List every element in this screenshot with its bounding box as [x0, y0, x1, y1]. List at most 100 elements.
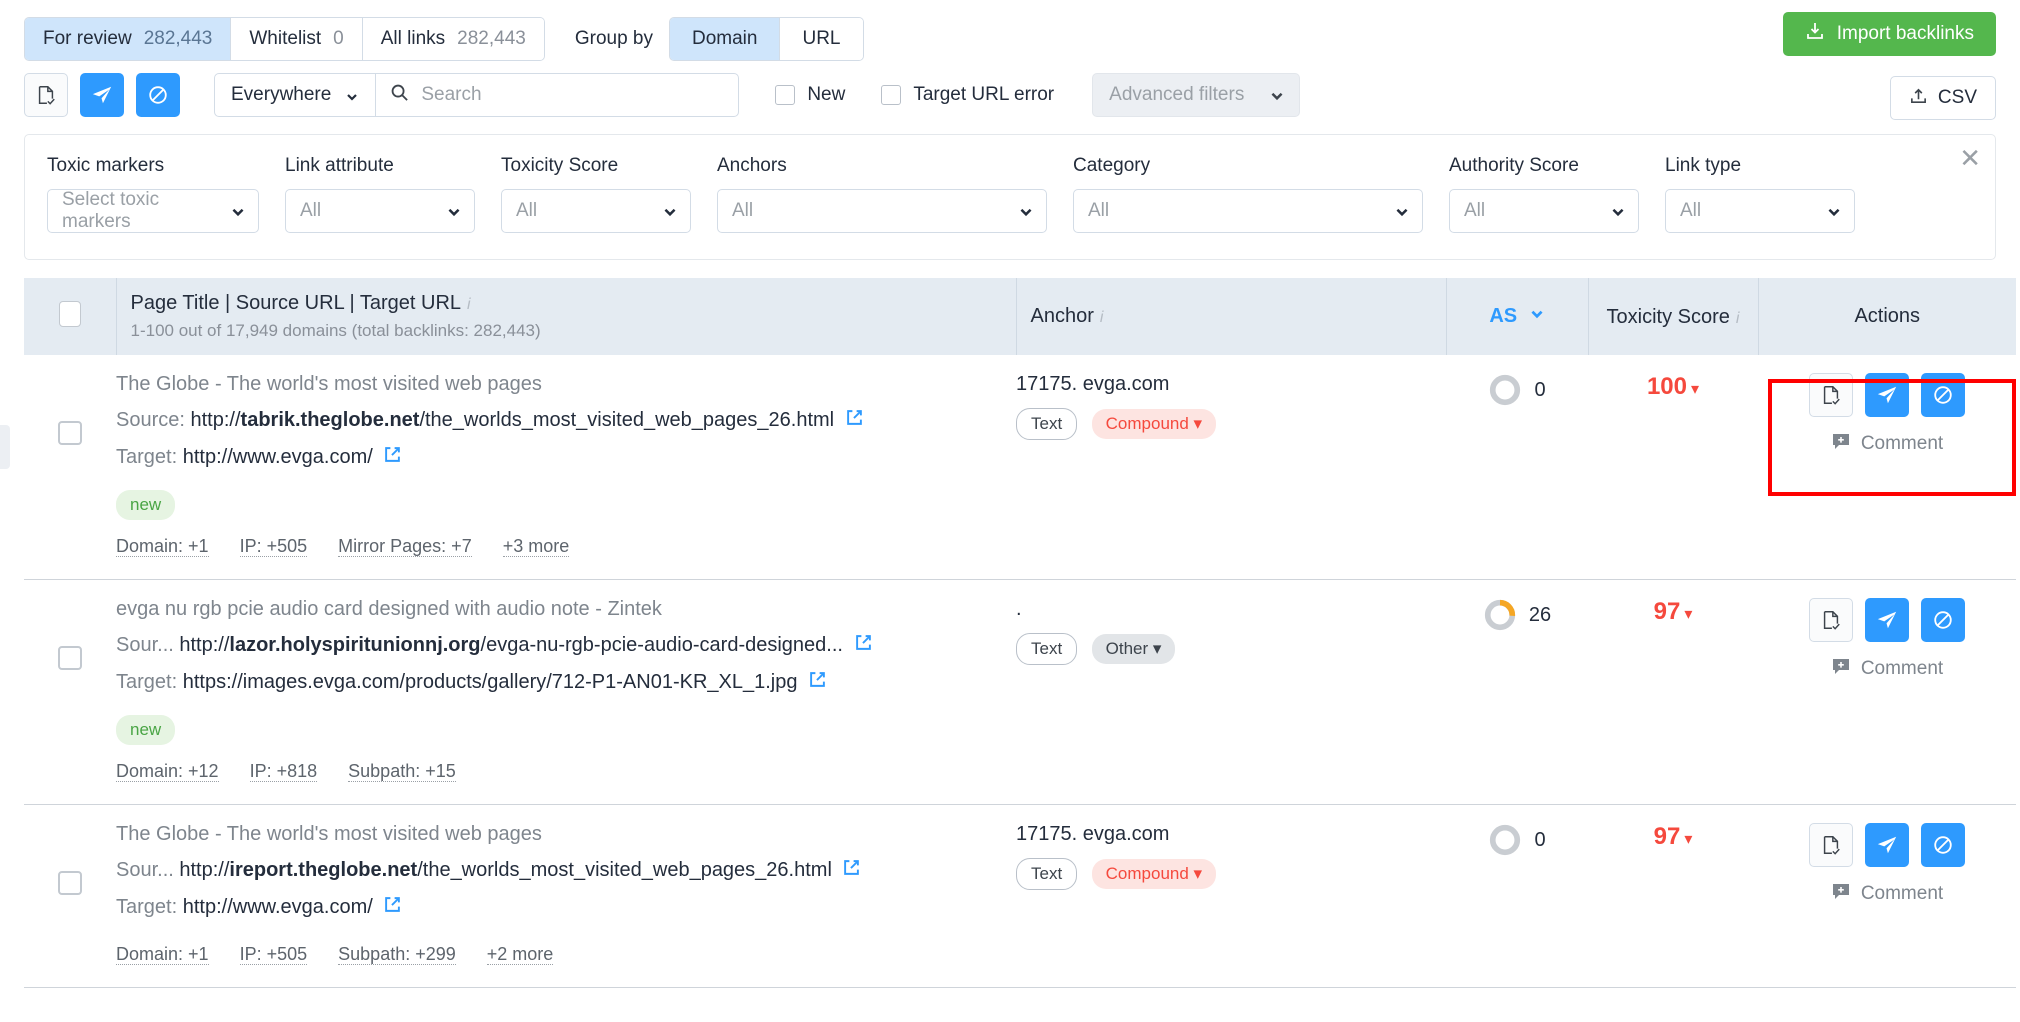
meta-item[interactable]: +2 more [486, 944, 554, 965]
anchor-category-pill[interactable]: Compound ▾ [1091, 409, 1217, 439]
move-to-list-button[interactable] [1809, 598, 1853, 642]
page-title: The Globe - The world's most visited web… [116, 373, 542, 395]
filter-authority-score: Authority Score All [1449, 155, 1639, 233]
meta-item[interactable]: IP: +818 [249, 761, 318, 782]
filter-select[interactable]: All [285, 189, 475, 233]
external-link-icon[interactable] [846, 410, 863, 430]
move-to-list-button[interactable] [1809, 373, 1853, 417]
col-authority-score[interactable]: AS [1446, 278, 1589, 355]
chevron-down-icon [446, 204, 460, 218]
toxicity-score[interactable]: 100 ▾ [1588, 373, 1758, 401]
group-by-label: Group by [574, 28, 653, 49]
csv-export-button[interactable]: CSV [1889, 76, 1996, 120]
checkbox-target-url-error[interactable]: Target URL error [881, 84, 1054, 106]
checkbox-new-box[interactable] [775, 85, 796, 105]
meta-item[interactable]: Mirror Pages: +7 [338, 536, 472, 557]
chevron-down-icon [1610, 204, 1624, 218]
as-value: 26 [1528, 603, 1552, 626]
tab-for-review[interactable]: For review 282,443 [25, 18, 232, 60]
external-link-icon[interactable] [384, 897, 401, 917]
row-checkbox[interactable] [58, 421, 82, 445]
row-anchor-cell: 17175. evga.com Text Compound ▾ [1016, 805, 1446, 988]
comment-label: Comment [1860, 658, 1944, 679]
filter-select[interactable]: Select toxic markers [47, 189, 259, 233]
comment-icon [1831, 431, 1851, 457]
close-icon[interactable]: ✕ [1959, 145, 1981, 171]
external-link-icon[interactable] [843, 860, 860, 880]
move-to-list-button[interactable] [24, 73, 68, 117]
external-link-icon[interactable] [855, 635, 872, 655]
info-icon[interactable]: i [1736, 310, 1740, 327]
source-url: Source: http://tabrik.theglobe.net/the_w… [116, 406, 1016, 435]
col-toxicity-label: Toxicity Score [1606, 305, 1730, 328]
advanced-filters-dropdown[interactable]: Advanced filters [1092, 73, 1301, 117]
anchor-type-pill: Text [1016, 633, 1078, 665]
disavow-send-button[interactable] [80, 73, 124, 117]
comment-button[interactable]: Comment [1758, 431, 2016, 457]
toxicity-score[interactable]: 97 ▾ [1588, 598, 1758, 626]
tab-whitelist[interactable]: Whitelist 0 [231, 18, 363, 60]
import-backlinks-button[interactable]: Import backlinks [1782, 12, 1996, 56]
meta-item[interactable]: +3 more [502, 536, 570, 557]
move-to-list-button[interactable] [1809, 823, 1853, 867]
target-url: Target: http://www.evga.com/ [116, 893, 1016, 922]
block-button[interactable] [136, 73, 180, 117]
row-actions [1758, 373, 2016, 417]
search-input[interactable] [421, 84, 725, 106]
row-toxicity-cell: 97 ▾ [1588, 805, 1758, 988]
disavow-send-button[interactable] [1865, 823, 1909, 867]
row-link-cell: The Globe - The world's most visited web… [116, 805, 1016, 988]
filter-select[interactable]: All [1665, 189, 1855, 233]
meta-item[interactable]: Domain: +1 [116, 536, 209, 557]
checkbox-new[interactable]: New [775, 84, 845, 106]
meta-item[interactable]: Subpath: +15 [348, 761, 456, 782]
filter-select[interactable]: All [1073, 189, 1423, 233]
col-actions-label: Actions [1854, 305, 1921, 327]
group-by-url[interactable]: URL [780, 18, 863, 60]
tab-for-review-count: 282,443 [143, 28, 213, 49]
table-header-row: Page Title | Source URL | Target URL i 1-… [24, 278, 2016, 355]
meta-item[interactable]: IP: +505 [239, 944, 308, 965]
source-prefix: http:// [179, 859, 230, 881]
comment-button[interactable]: Comment [1758, 656, 2016, 682]
row-checkbox[interactable] [58, 646, 82, 670]
toxicity-score[interactable]: 97 ▾ [1588, 823, 1758, 851]
filter-select[interactable]: All [1449, 189, 1639, 233]
row-select-cell [24, 580, 116, 805]
group-by-domain[interactable]: Domain [670, 18, 781, 60]
filter-select[interactable]: All [501, 189, 691, 233]
search-scope-select[interactable]: Everywhere [215, 74, 377, 116]
row-actions-cell: Comment [1758, 355, 2016, 580]
meta-item[interactable]: Domain: +1 [116, 944, 209, 965]
disavow-send-button[interactable] [1865, 598, 1909, 642]
external-link-icon[interactable] [809, 672, 826, 692]
filter-value: All [1088, 200, 1110, 221]
row-anchor-cell: 17175. evga.com Text Compound ▾ [1016, 355, 1446, 580]
select-all-checkbox[interactable] [58, 301, 81, 327]
disavow-send-button[interactable] [1865, 373, 1909, 417]
anchor-category-pill[interactable]: Compound ▾ [1091, 859, 1217, 889]
meta-item[interactable]: Subpath: +299 [338, 944, 456, 965]
info-icon[interactable]: i [1100, 309, 1104, 326]
sort-chevron-icon[interactable] [1529, 305, 1545, 327]
target-url-text: https://images.evga.com/products/gallery… [182, 671, 798, 693]
info-icon[interactable]: i [467, 296, 471, 313]
chevron-down-icon [1394, 204, 1408, 218]
block-button[interactable] [1921, 598, 1965, 642]
checkbox-target-url-error-box[interactable] [881, 85, 902, 105]
anchor-category-pill[interactable]: Other ▾ [1091, 634, 1176, 664]
block-button[interactable] [1921, 823, 1965, 867]
external-link-icon[interactable] [384, 447, 401, 467]
block-button[interactable] [1921, 373, 1965, 417]
row-checkbox[interactable] [58, 871, 82, 895]
search-field[interactable] [376, 74, 738, 116]
source-path: /the_worlds_most_visited_web_pages_26.ht… [419, 409, 835, 431]
left-edge-handle[interactable] [0, 425, 10, 469]
target-url: Target: https://images.evga.com/products… [116, 668, 1016, 697]
comment-button[interactable]: Comment [1758, 881, 2016, 907]
tab-all-links[interactable]: All links 282,443 [362, 18, 544, 60]
meta-item[interactable]: IP: +505 [239, 536, 308, 557]
filter-select[interactable]: All [717, 189, 1047, 233]
table-body: The Globe - The world's most visited web… [24, 355, 2016, 988]
meta-item[interactable]: Domain: +12 [116, 761, 219, 782]
